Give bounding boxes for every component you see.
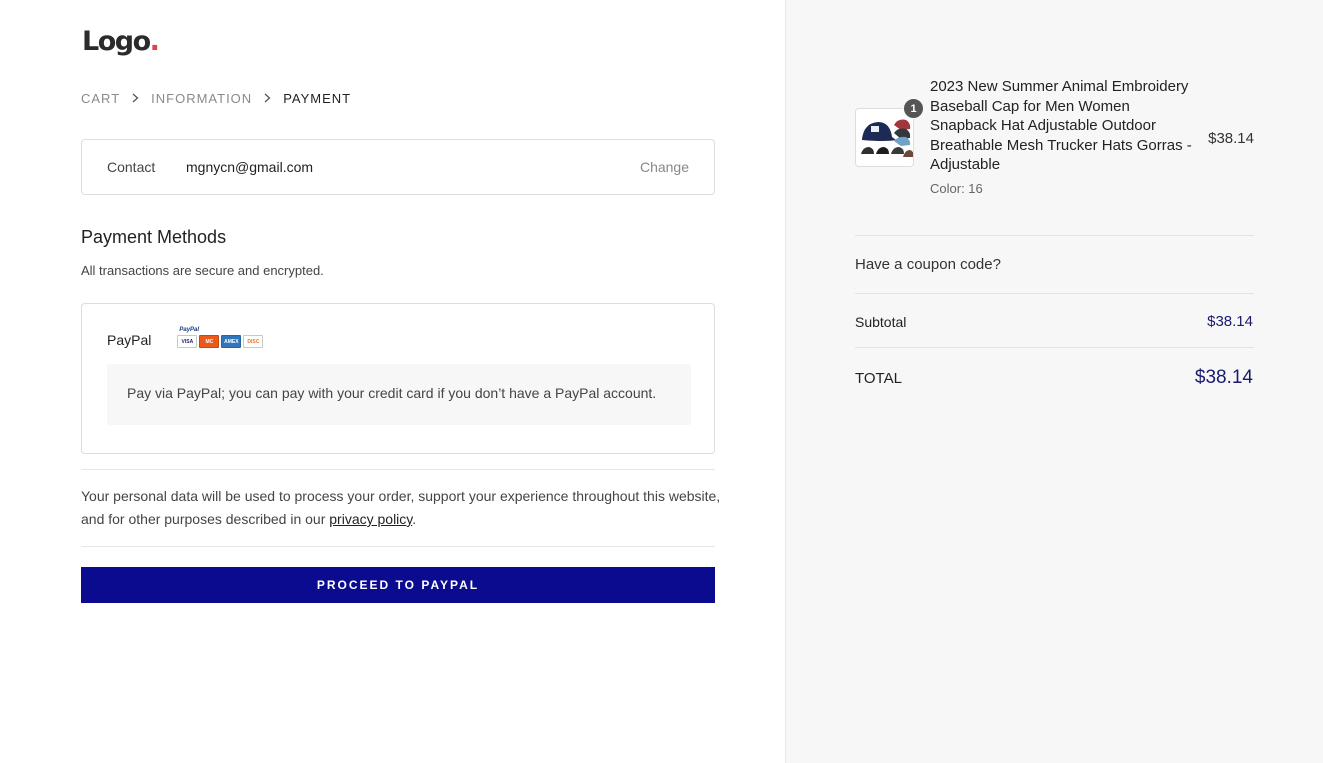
- coupon-toggle[interactable]: Have a coupon code?: [855, 256, 1001, 273]
- privacy-text-end: .: [412, 511, 417, 527]
- breadcrumb-payment: PAYMENT: [283, 90, 352, 106]
- payment-method-header[interactable]: PayPal PayPal VISA MC AMEX DISC: [107, 327, 264, 351]
- total-label: TOTAL: [855, 370, 902, 387]
- proceed-to-paypal-button[interactable]: PROCEED TO PAYPAL: [81, 567, 715, 603]
- product-name: 2023 New Summer Animal Embroidery Baseba…: [930, 78, 1192, 173]
- logo-dot: .: [149, 26, 160, 57]
- card-logos: PayPal VISA MC AMEX DISC: [177, 327, 264, 351]
- cart-item: 1 2023 New Summer Animal Embroidery Base…: [855, 77, 1254, 207]
- product-variant: Color: 16: [930, 181, 983, 196]
- privacy-notice: Your personal data will be used to proce…: [81, 485, 721, 531]
- breadcrumb: CART INFORMATION PAYMENT: [81, 90, 351, 106]
- paypal-logo-icon: PayPal: [179, 327, 200, 333]
- amex-card-icon: AMEX: [221, 335, 242, 348]
- logo-text: Logo: [82, 26, 151, 57]
- chevron-right-icon: [264, 90, 271, 106]
- product-thumbnail: [855, 108, 914, 167]
- product-price: $38.14: [1208, 130, 1254, 147]
- payment-method-description: Pay via PayPal; you can pay with your cr…: [107, 364, 691, 425]
- divider: [855, 347, 1254, 348]
- quantity-badge: 1: [903, 98, 924, 119]
- contact-summary: Contact mgnycn@gmail.com Change: [81, 139, 715, 195]
- chevron-right-icon: [132, 90, 139, 106]
- mastercard-icon: MC: [199, 335, 220, 348]
- payment-method-label: PayPal: [107, 332, 152, 348]
- site-logo[interactable]: Logo.: [82, 26, 160, 57]
- order-summary: 1 2023 New Summer Animal Embroidery Base…: [785, 0, 1323, 763]
- visa-card-icon: VISA: [177, 335, 198, 348]
- contact-label: Contact: [107, 159, 156, 175]
- privacy-policy-link[interactable]: privacy policy: [329, 511, 412, 527]
- checkout-main: Logo. CART INFORMATION PAYMENT Contact m…: [0, 0, 785, 763]
- payment-method-paypal[interactable]: PayPal PayPal VISA MC AMEX DISC Pay via …: [81, 303, 715, 454]
- breadcrumb-cart[interactable]: CART: [81, 91, 120, 106]
- divider: [855, 293, 1254, 294]
- change-contact-link[interactable]: Change: [640, 159, 689, 175]
- contact-email: mgnycn@gmail.com: [186, 159, 314, 175]
- payment-methods-subtitle: All transactions are secure and encrypte…: [81, 263, 324, 278]
- breadcrumb-information[interactable]: INFORMATION: [151, 91, 252, 106]
- divider: [81, 469, 715, 470]
- total-value: $38.14: [1194, 367, 1253, 388]
- discover-card-icon: DISC: [243, 335, 264, 348]
- subtotal-label: Subtotal: [855, 314, 907, 330]
- divider: [855, 235, 1254, 236]
- cap-image-icon: [856, 109, 913, 166]
- payment-methods-title: Payment Methods: [81, 227, 227, 247]
- divider: [81, 546, 715, 547]
- subtotal-value: $38.14: [1207, 313, 1253, 330]
